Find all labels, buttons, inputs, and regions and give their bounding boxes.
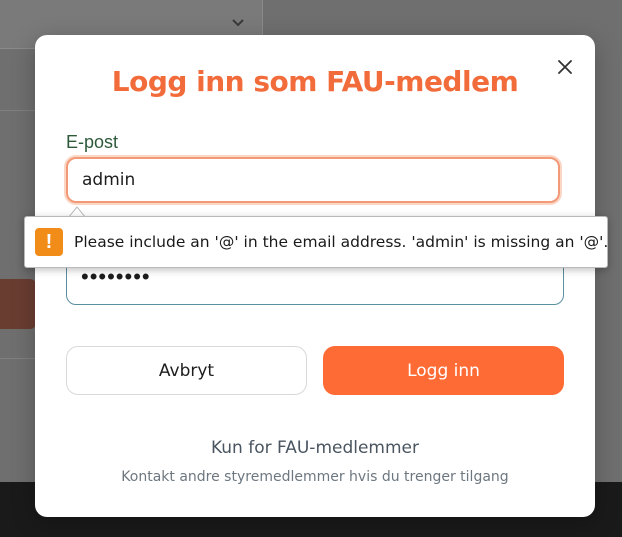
login-button[interactable]: Logg inn [323,346,564,395]
chevron-down-icon [232,19,244,27]
warning-glyph: ! [45,230,53,253]
background-button [0,279,36,329]
validation-tooltip: ! Please include an '@' in the email add… [24,216,608,268]
cancel-button[interactable]: Avbryt [66,346,307,395]
background-divider [0,358,40,359]
warning-icon: ! [35,228,63,256]
modal-title: Logg inn som FAU-medlem [111,65,519,98]
email-field[interactable]: admin [66,157,560,203]
email-value: admin [82,170,136,190]
login-modal: Logg inn som FAU-medlem E-post admin •••… [35,35,595,517]
footer-title: Kun for FAU-medlemmer [210,438,420,458]
footer-subtitle: Kontakt andre styremedlemmer hvis du tre… [121,469,509,485]
background-divider [0,110,40,111]
validation-message: Please include an '@' in the email addre… [74,233,609,251]
email-label: E-post [66,132,119,152]
